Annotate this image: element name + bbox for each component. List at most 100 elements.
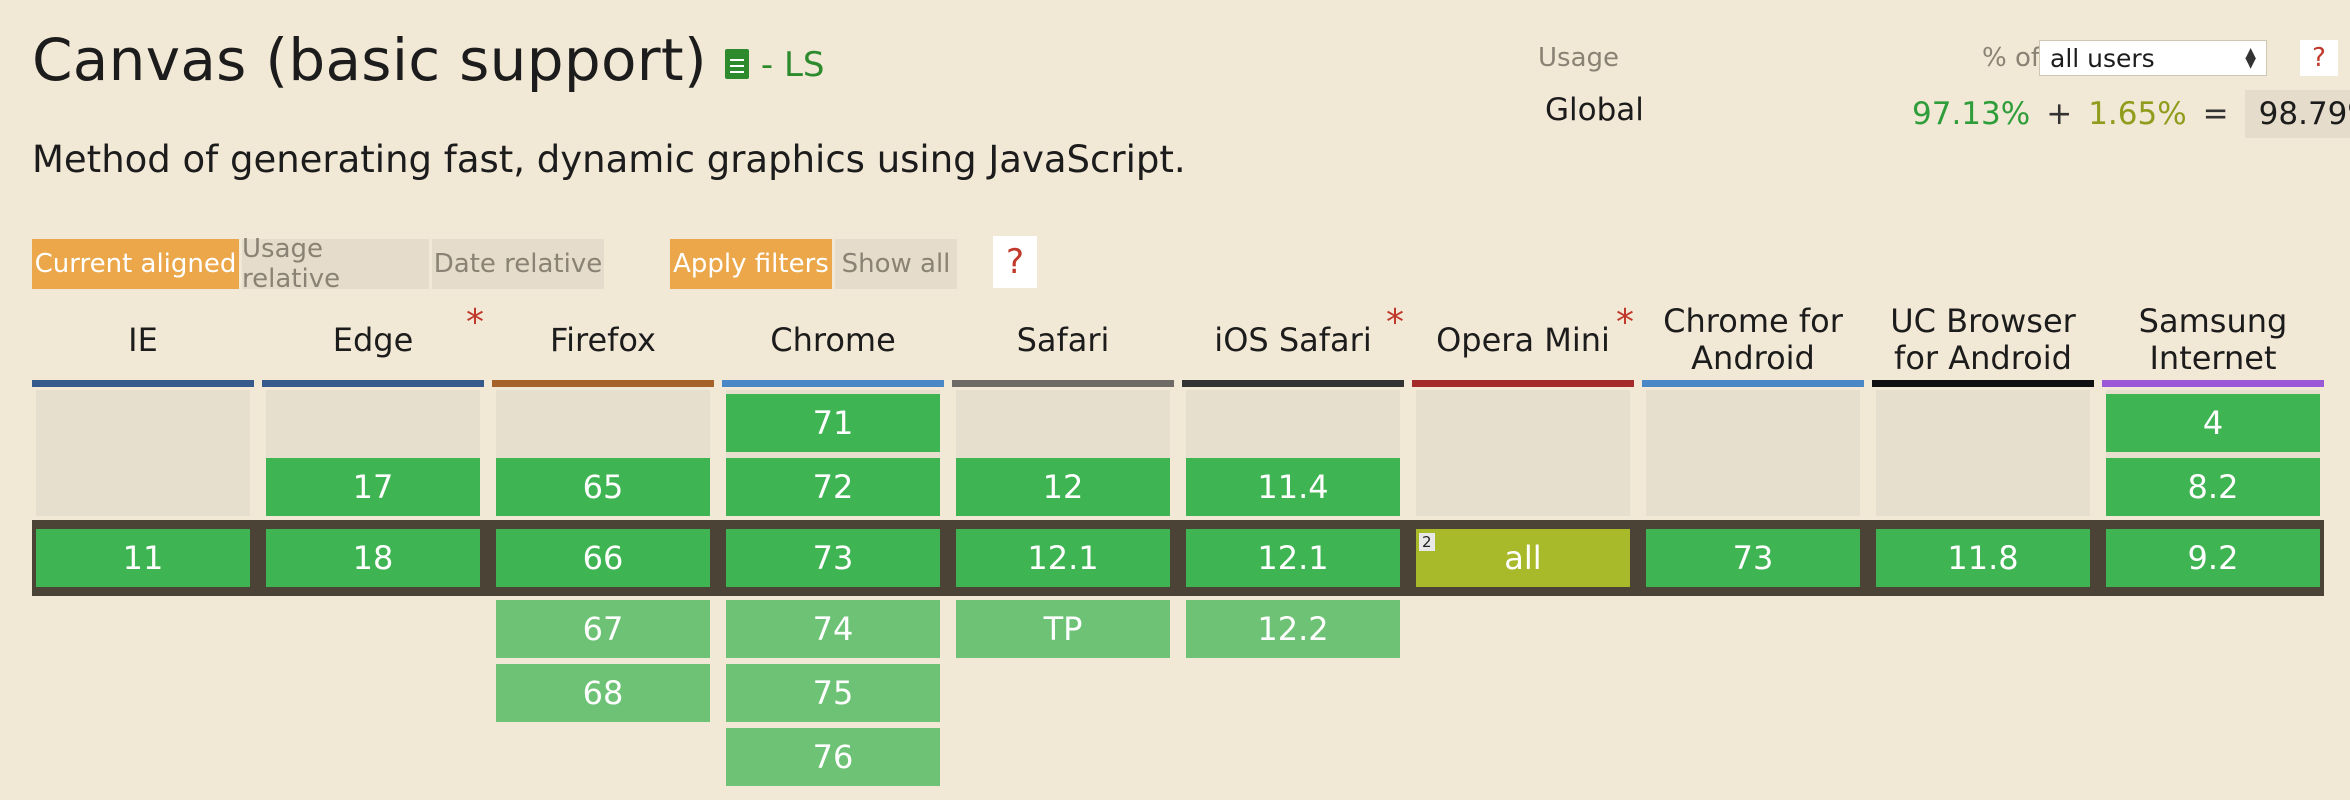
future-version-cell[interactable]: 76 <box>726 728 940 786</box>
users-select[interactable]: all users ▲ ▼ <box>2039 40 2267 76</box>
current-version-label: 12.1 <box>1027 539 1099 577</box>
browser-name: IE <box>128 320 158 359</box>
feature-description: Method of generating fast, dynamic graph… <box>32 138 1186 181</box>
browser-header[interactable]: Firefox <box>492 300 714 380</box>
browser-header[interactable]: IE <box>32 300 254 380</box>
spec-status-link[interactable]: - LS <box>761 45 825 85</box>
current-version-label: all <box>1504 539 1542 577</box>
version-cell[interactable]: 11.4 <box>1186 458 1400 516</box>
browser-column: Firefox 65 66 67 68 <box>492 300 714 722</box>
notes-asterisk[interactable]: * <box>1386 304 1404 341</box>
browser-name: UC Browser for Android <box>1890 302 2076 377</box>
browser-color-bar <box>952 380 1174 387</box>
browser-header[interactable]: iOS Safari * <box>1182 300 1404 380</box>
current-aligned-button[interactable]: Current aligned <box>32 239 239 289</box>
future-version-cell[interactable]: 67 <box>496 600 710 658</box>
date-relative-button[interactable]: Date relative <box>432 239 604 289</box>
version-cell[interactable]: 12 <box>956 458 1170 516</box>
usage-scope-label: Global <box>1545 92 1644 128</box>
empty-version-area <box>1646 390 1860 516</box>
browser-color-bar <box>32 380 254 387</box>
browser-name: Safari <box>1016 320 1110 359</box>
future-version-cell[interactable]: TP <box>956 600 1170 658</box>
browser-color-bar <box>1412 380 1634 387</box>
version-cell[interactable]: 72 <box>726 458 940 516</box>
usage-plus: + <box>2046 96 2073 132</box>
select-arrows-icon: ▲ ▼ <box>2245 45 2256 71</box>
browser-name: Chrome <box>770 320 896 359</box>
browser-name: iOS Safari <box>1214 320 1372 359</box>
version-cell[interactable]: 4 <box>2106 394 2320 452</box>
current-version-cell[interactable]: 18 <box>266 529 480 587</box>
notes-asterisk[interactable]: * <box>466 304 484 341</box>
future-version-cell[interactable]: 75 <box>726 664 940 722</box>
version-cell[interactable]: 8.2 <box>2106 458 2320 516</box>
browser-column: Safari 12 12.1 TP <box>952 300 1174 658</box>
current-version-cell[interactable]: 12.1 <box>1186 529 1400 587</box>
usage-summary: 97.13% + 1.65% = 98.79% <box>1912 90 2350 138</box>
current-version-label: 11.8 <box>1947 539 2019 577</box>
browser-header[interactable]: Samsung Internet <box>2102 300 2324 380</box>
empty-version-area <box>1416 390 1630 516</box>
current-version-label: 73 <box>1732 539 1774 577</box>
apply-filters-button[interactable]: Apply filters <box>670 239 832 289</box>
current-version-cell[interactable]: 12.1 <box>956 529 1170 587</box>
current-version-label: 18 <box>352 539 394 577</box>
browser-header[interactable]: Safari <box>952 300 1174 380</box>
browser-header[interactable]: UC Browser for Android <box>1872 300 2094 380</box>
usage-partial-support: 1.65% <box>2088 96 2187 132</box>
users-select-value: all users <box>2050 43 2155 73</box>
note-number-badge[interactable]: 2 <box>1419 533 1435 551</box>
browser-name: Chrome for Android <box>1663 302 1843 377</box>
current-version-cell[interactable]: 9.2 <box>2106 529 2320 587</box>
usage-full-support: 97.13% <box>1912 96 2031 132</box>
empty-version-area <box>36 390 250 516</box>
browser-name: Firefox <box>550 320 656 359</box>
usage-help-button[interactable]: ? <box>2300 40 2338 76</box>
usage-relative-button[interactable]: Usage relative <box>242 234 429 294</box>
current-version-cell[interactable]: 73 <box>1646 529 1860 587</box>
browser-header[interactable]: Chrome for Android <box>1642 300 1864 380</box>
version-cell[interactable]: 71 <box>726 394 940 452</box>
browser-header[interactable]: Opera Mini * <box>1412 300 1634 380</box>
current-version-label: 12.1 <box>1257 539 1329 577</box>
current-version-cell[interactable]: 73 <box>726 529 940 587</box>
browser-column: Samsung Internet 4 8.2 9.2 <box>2102 300 2324 587</box>
browser-header[interactable]: Chrome <box>722 300 944 380</box>
browser-name: Edge <box>332 320 414 359</box>
browser-column: Chrome for Android 73 <box>1642 300 1864 587</box>
current-version-label: 66 <box>582 539 624 577</box>
filters-help-button[interactable]: ? <box>993 236 1037 288</box>
current-version-cell[interactable]: 11 <box>36 529 250 587</box>
notes-asterisk[interactable]: * <box>1616 304 1634 341</box>
show-all-button[interactable]: Show all <box>835 239 957 289</box>
current-version-label: 73 <box>812 539 854 577</box>
browser-color-bar <box>492 380 714 387</box>
future-version-cell[interactable]: 12.2 <box>1186 600 1400 658</box>
current-version-label: 9.2 <box>2187 539 2239 577</box>
current-version-cell[interactable]: all 2 <box>1416 529 1630 587</box>
browser-column: Chrome 71 72 73 74 75 76 <box>722 300 944 786</box>
future-version-cell[interactable]: 74 <box>726 600 940 658</box>
browser-color-bar <box>2102 380 2324 387</box>
document-icon[interactable] <box>724 49 749 79</box>
usage-equals: = <box>2202 96 2229 132</box>
current-version-cell[interactable]: 66 <box>496 529 710 587</box>
current-version-cell[interactable]: 11.8 <box>1876 529 2090 587</box>
browser-color-bar <box>1872 380 2094 387</box>
future-version-cell[interactable]: 68 <box>496 664 710 722</box>
current-version-label: 11 <box>122 539 164 577</box>
empty-version-area <box>1876 390 2090 516</box>
pct-of-label: % of <box>1982 43 2041 73</box>
version-cell[interactable]: 65 <box>496 458 710 516</box>
browser-color-bar <box>722 380 944 387</box>
browser-name: Opera Mini <box>1436 320 1610 359</box>
browser-header[interactable]: Edge * <box>262 300 484 380</box>
version-cell[interactable]: 17 <box>266 458 480 516</box>
browser-column: UC Browser for Android 11.8 <box>1872 300 2094 587</box>
browser-column: IE 11 <box>32 300 254 587</box>
browser-color-bar <box>1642 380 1864 387</box>
page-title: Canvas (basic support) <box>32 26 707 94</box>
browser-column: Opera Mini * all 2 <box>1412 300 1634 587</box>
usage-total: 98.79% <box>2244 90 2350 138</box>
